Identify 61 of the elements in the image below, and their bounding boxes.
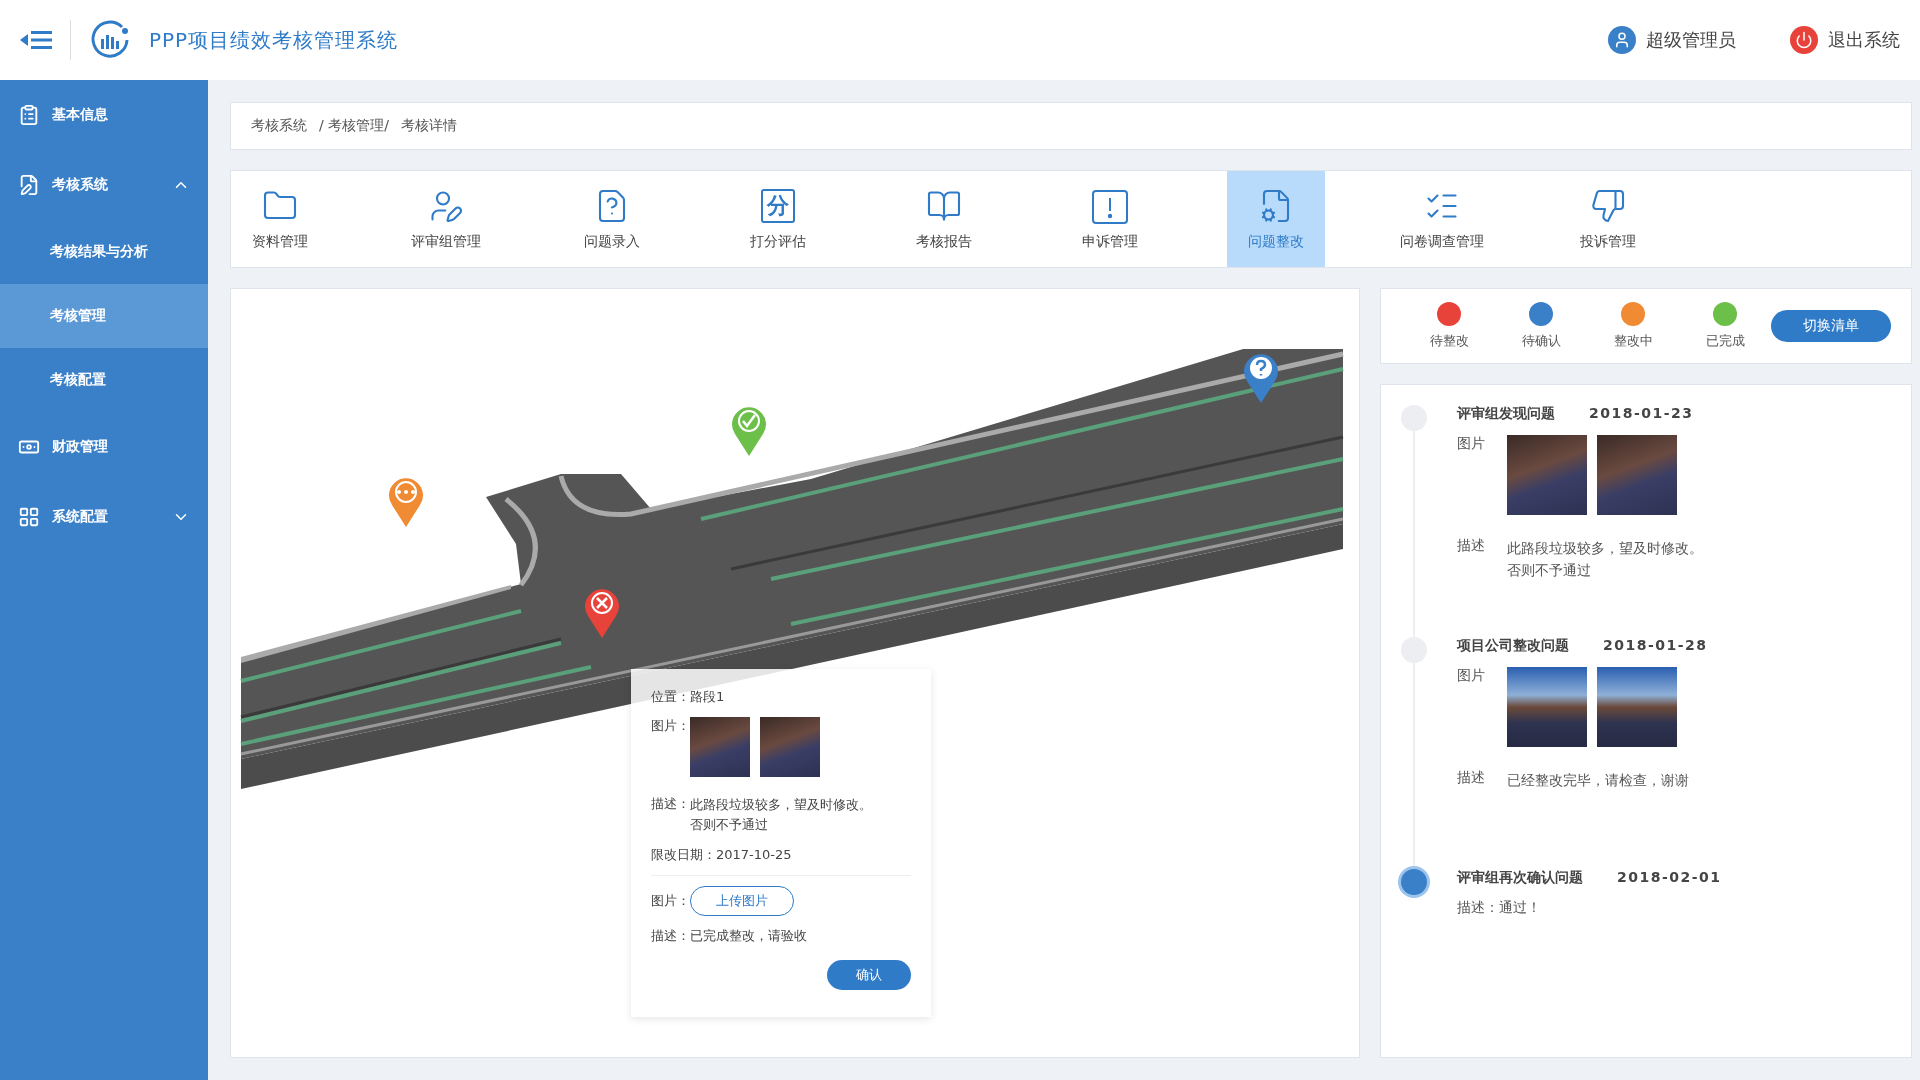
clipboard-icon xyxy=(18,104,40,126)
toolbar-tab[interactable]: 考核报告 xyxy=(895,171,993,267)
description-text: 此路段垃圾较多，望及时修改。否则不予通过 xyxy=(690,796,873,834)
description-label: 描述 xyxy=(1457,537,1486,555)
thumbs-down-icon xyxy=(1590,188,1626,224)
map-pin-icon[interactable] xyxy=(582,586,622,638)
toolbar-tab[interactable]: 问卷调查管理 xyxy=(1393,171,1491,267)
description-text: 描述：通过！ xyxy=(1457,899,1542,917)
event-date: 2018-02-01 xyxy=(1617,869,1722,887)
toolbar-tab[interactable]: 投诉管理 xyxy=(1559,171,1657,267)
app-title: PPP项目绩效考核管理系统 xyxy=(149,26,399,54)
sidebar-item[interactable]: 基本信息 xyxy=(0,80,208,150)
photos-label: 图片： xyxy=(651,717,690,735)
sidebar-subitem[interactable]: 考核结果与分析 xyxy=(0,220,208,284)
power-icon xyxy=(1790,26,1818,54)
toolbar-tab[interactable]: 评审组管理 xyxy=(397,171,495,267)
status-label: 已完成 xyxy=(1705,332,1745,350)
toolbar-tab[interactable]: 分 打分评估 xyxy=(729,171,827,267)
status-label: 待确认 xyxy=(1521,332,1561,350)
upload-button[interactable]: 上传图片 xyxy=(690,886,794,916)
menu-collapse-icon[interactable] xyxy=(20,29,52,51)
breadcrumb-item: 考核详情 xyxy=(400,117,457,135)
alert-box-icon xyxy=(1091,187,1129,225)
status-label: 待整改 xyxy=(1429,332,1469,350)
description-text: 已经整改完毕，请检查，谢谢 xyxy=(1507,771,1690,790)
description-label: 描述： xyxy=(651,795,690,813)
description-label: 描述 xyxy=(1457,769,1486,787)
deadline-text: 限改日期：2017-10-25 xyxy=(651,846,793,864)
event-title: 评审组发现问题 xyxy=(1457,405,1555,423)
photo-placeholder[interactable] xyxy=(1597,667,1677,747)
toolbar-tab[interactable]: 资料管理 xyxy=(231,171,329,267)
photo-placeholder[interactable] xyxy=(1507,667,1587,747)
sidebar-item[interactable]: 系统配置 xyxy=(0,482,208,552)
breadcrumb-item[interactable]: / 考核管理/ xyxy=(319,117,389,135)
edit-icon xyxy=(18,174,40,196)
toolbar-tab[interactable]: 问题录入 xyxy=(563,171,661,267)
logo-icon xyxy=(89,19,131,61)
sidebar-item[interactable]: 考核系统 xyxy=(0,150,208,220)
toolbar-tab[interactable]: 申诉管理 xyxy=(1061,171,1159,267)
event-title: 项目公司整改问题 xyxy=(1457,637,1569,655)
location-text: 位置：路段1 xyxy=(651,688,726,706)
reply-text: 描述：已完成整改，请验收 xyxy=(651,927,808,945)
logout-link[interactable]: 退出系统 xyxy=(1790,26,1900,54)
switch-list-button[interactable]: 切换清单 xyxy=(1771,310,1891,342)
sidebar-subitem[interactable]: 考核配置 xyxy=(0,348,208,412)
photos-label: 图片 xyxy=(1457,667,1486,685)
user-menu[interactable]: 超级管理员 xyxy=(1608,26,1736,54)
status-label: 整改中 xyxy=(1613,332,1653,350)
score-glyph-icon: 分 xyxy=(761,189,795,223)
event-title: 评审组再次确认问题 xyxy=(1457,869,1583,887)
grid-icon xyxy=(18,506,40,528)
event-date: 2018-01-23 xyxy=(1589,405,1694,423)
event-date: 2018-01-28 xyxy=(1603,637,1708,655)
map-pin-icon[interactable] xyxy=(1241,351,1281,403)
sidebar-item[interactable]: 财政管理 xyxy=(0,412,208,482)
breadcrumb-item[interactable]: 考核系统 xyxy=(251,117,307,135)
upload-label: 图片： xyxy=(651,892,690,910)
description-text: 此路段垃圾较多，望及时修改。否则不予通过 xyxy=(1507,539,1704,580)
confirm-button[interactable]: 确认 xyxy=(827,960,911,990)
user-avatar-icon xyxy=(1608,26,1636,54)
photos-label: 图片 xyxy=(1457,435,1486,453)
